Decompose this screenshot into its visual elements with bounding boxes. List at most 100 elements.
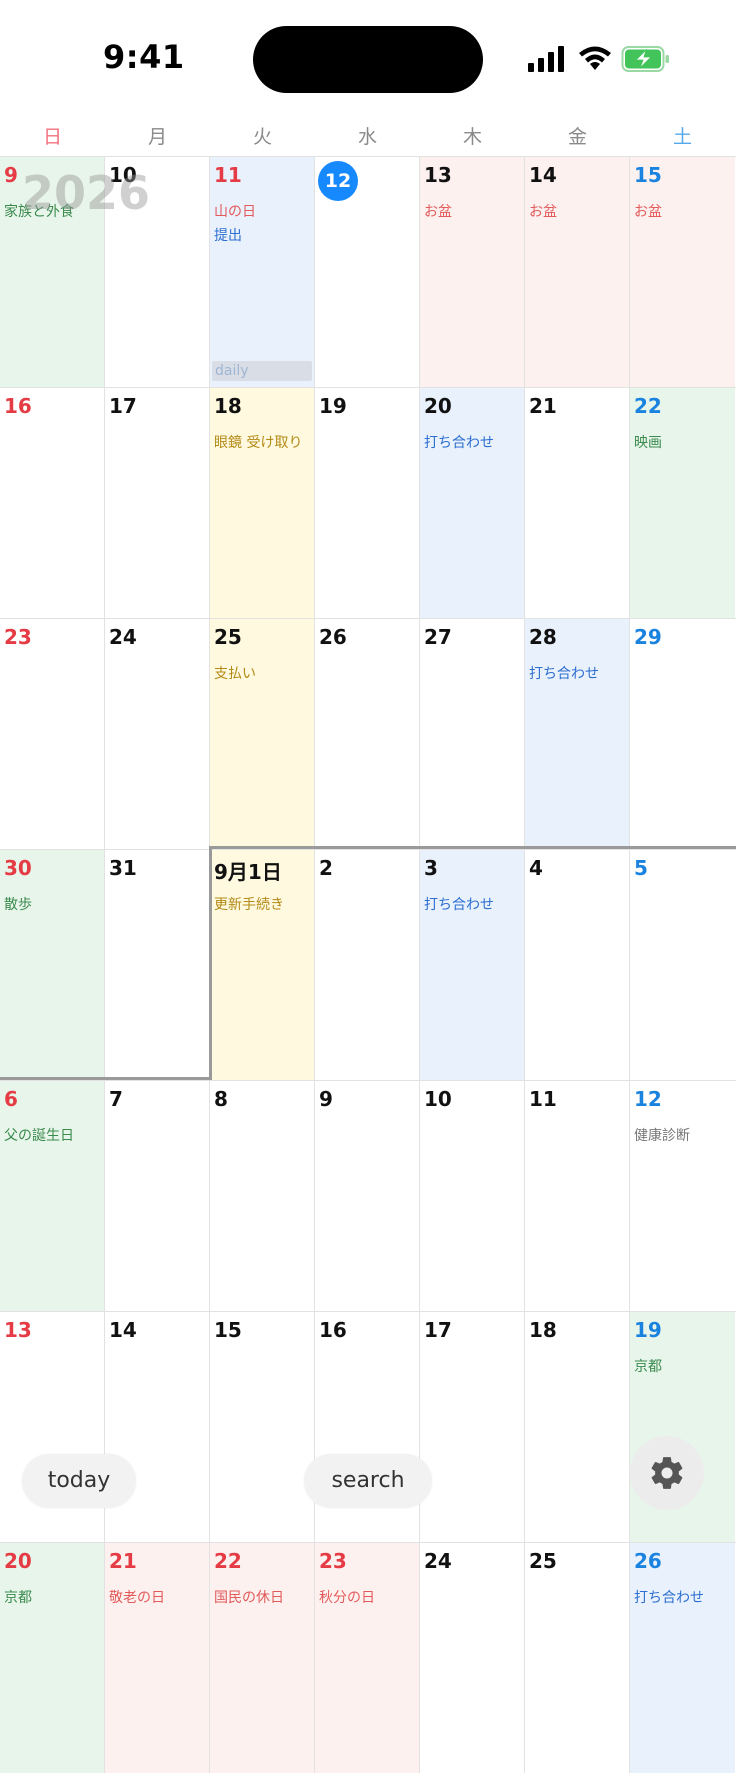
day-cell[interactable]: 10 xyxy=(420,1081,525,1311)
month-grid: 9 家族と外食 10 11 山の日 提出 daily 12 13 お盆 14 お盆 15 お盆 16 17 18… xyxy=(0,156,736,1773)
event-label[interactable]: 健康診断 xyxy=(634,1127,690,1145)
day-cell[interactable]: 31 xyxy=(105,850,210,1080)
event-label[interactable]: 父の誕生日 xyxy=(4,1127,74,1145)
event-label[interactable]: 打ち合わせ xyxy=(424,434,494,452)
event-label[interactable]: 秋分の日 xyxy=(319,1589,375,1607)
event-label[interactable]: 国民の休日 xyxy=(214,1589,284,1607)
event-label[interactable]: 打ち合わせ xyxy=(424,896,494,914)
day-cell[interactable]: 12 健康診断 xyxy=(630,1081,735,1311)
day-cell[interactable]: 19 xyxy=(315,388,420,618)
week-row: 23 24 25 支払い 26 27 28 打ち合わせ 29 xyxy=(0,618,736,849)
day-cell[interactable]: 28 打ち合わせ xyxy=(525,619,630,849)
day-cell[interactable]: 30 散歩 xyxy=(0,850,105,1080)
day-cell[interactable]: 17 xyxy=(105,388,210,618)
day-cell[interactable]: 27 xyxy=(420,619,525,849)
year-label: 2026 xyxy=(22,166,151,220)
day-number: 17 xyxy=(109,394,137,418)
day-cell[interactable]: 26 xyxy=(315,619,420,849)
today-button[interactable]: today xyxy=(22,1454,136,1508)
day-number: 26 xyxy=(634,1549,662,1573)
day-cell[interactable]: 20 打ち合わせ xyxy=(420,388,525,618)
day-cell[interactable]: 23 秋分の日 xyxy=(315,1543,420,1773)
event-label[interactable]: 京都 xyxy=(634,1358,662,1376)
day-number: 28 xyxy=(529,625,557,649)
settings-button[interactable] xyxy=(630,1436,704,1510)
day-cell[interactable]: 9月1日更新手続き xyxy=(210,850,315,1080)
day-number: 15 xyxy=(634,163,662,187)
day-cell[interactable]: 19 京都 xyxy=(630,1312,735,1542)
day-cell[interactable]: 15 xyxy=(210,1312,315,1542)
event-label[interactable]: 提出 xyxy=(214,227,242,245)
day-number: 14 xyxy=(109,1318,137,1342)
daily-event-bar[interactable]: daily xyxy=(212,361,312,381)
day-cell[interactable]: 14 xyxy=(105,1312,210,1542)
day-cell[interactable]: 22 国民の休日 xyxy=(210,1543,315,1773)
day-number: 4 xyxy=(529,856,543,880)
day-cell[interactable]: 22 映画 xyxy=(630,388,735,618)
day-cell[interactable]: 23 xyxy=(0,619,105,849)
event-label[interactable]: 支払い xyxy=(214,665,256,683)
day-cell[interactable]: 29 xyxy=(630,619,735,849)
day-number: 7 xyxy=(109,1087,123,1111)
day-cell[interactable]: 21 敬老の日 xyxy=(105,1543,210,1773)
day-cell[interactable]: 5 xyxy=(630,850,735,1080)
event-label[interactable]: 映画 xyxy=(634,434,662,452)
day-cell[interactable]: 21 xyxy=(525,388,630,618)
day-number: 11 xyxy=(214,163,242,187)
month-boundary-line xyxy=(0,1077,212,1080)
event-label[interactable]: 更新手続き xyxy=(214,896,284,914)
day-cell[interactable]: 25 xyxy=(525,1543,630,1773)
day-number: 9 xyxy=(319,1087,333,1111)
day-number: 15 xyxy=(214,1318,242,1342)
day-cell[interactable]: 2 xyxy=(315,850,420,1080)
day-number: 23 xyxy=(319,1549,347,1573)
day-number: 8 xyxy=(214,1087,228,1111)
day-number: 27 xyxy=(424,625,452,649)
event-label[interactable]: 打ち合わせ xyxy=(529,665,599,683)
day-cell[interactable]: 4 xyxy=(525,850,630,1080)
day-cell[interactable]: 16 xyxy=(0,388,105,618)
event-label[interactable]: 眼鏡 受け取り xyxy=(214,434,302,452)
day-number: 6 xyxy=(4,1087,18,1111)
week-row: 6 父の誕生日 7 8 9 10 11 12 健康診断 xyxy=(0,1080,736,1311)
event-label[interactable]: 散歩 xyxy=(4,896,32,914)
day-cell[interactable]: 12 xyxy=(315,157,420,387)
event-label[interactable]: 山の日 xyxy=(214,203,256,221)
event-label[interactable]: お盆 xyxy=(529,203,557,221)
gear-icon xyxy=(651,1457,683,1489)
day-cell[interactable]: 18 xyxy=(525,1312,630,1542)
day-cell[interactable]: 18 眼鏡 受け取り xyxy=(210,388,315,618)
event-label[interactable]: 打ち合わせ xyxy=(634,1589,704,1607)
day-cell[interactable]: 7 xyxy=(105,1081,210,1311)
day-number: 22 xyxy=(214,1549,242,1573)
day-cell[interactable]: 25 支払い xyxy=(210,619,315,849)
day-number: 20 xyxy=(424,394,452,418)
day-number: 13 xyxy=(4,1318,32,1342)
event-label[interactable]: 敬老の日 xyxy=(109,1589,165,1607)
day-number: 31 xyxy=(109,856,137,880)
event-label[interactable]: お盆 xyxy=(424,203,452,221)
day-number: 9月1日 xyxy=(214,860,282,884)
event-label[interactable]: 京都 xyxy=(4,1589,32,1607)
day-cell[interactable]: 11 xyxy=(525,1081,630,1311)
search-button[interactable]: search xyxy=(304,1454,432,1508)
today-indicator: 12 xyxy=(318,161,358,201)
day-cell[interactable]: 15 お盆 xyxy=(630,157,735,387)
day-cell[interactable]: 6 父の誕生日 xyxy=(0,1081,105,1311)
day-cell[interactable]: 24 xyxy=(105,619,210,849)
day-cell[interactable]: 9 xyxy=(315,1081,420,1311)
day-cell[interactable]: 13 お盆 xyxy=(420,157,525,387)
day-number: 26 xyxy=(319,625,347,649)
day-cell[interactable]: 26 打ち合わせ xyxy=(630,1543,735,1773)
battery-charging-icon xyxy=(621,46,669,72)
event-label[interactable]: お盆 xyxy=(634,203,662,221)
day-cell[interactable]: 17 xyxy=(420,1312,525,1542)
day-cell[interactable]: 11 山の日提出 daily xyxy=(210,157,315,387)
day-cell[interactable]: 8 xyxy=(210,1081,315,1311)
week-row: 16 17 18 眼鏡 受け取り 19 20 打ち合わせ 21 22 映画 xyxy=(0,387,736,618)
day-cell[interactable]: 3 打ち合わせ xyxy=(420,850,525,1080)
day-cell[interactable]: 24 xyxy=(420,1543,525,1773)
day-number: 12 xyxy=(634,1087,662,1111)
day-cell[interactable]: 14 お盆 xyxy=(525,157,630,387)
day-cell[interactable]: 20 京都 xyxy=(0,1543,105,1773)
